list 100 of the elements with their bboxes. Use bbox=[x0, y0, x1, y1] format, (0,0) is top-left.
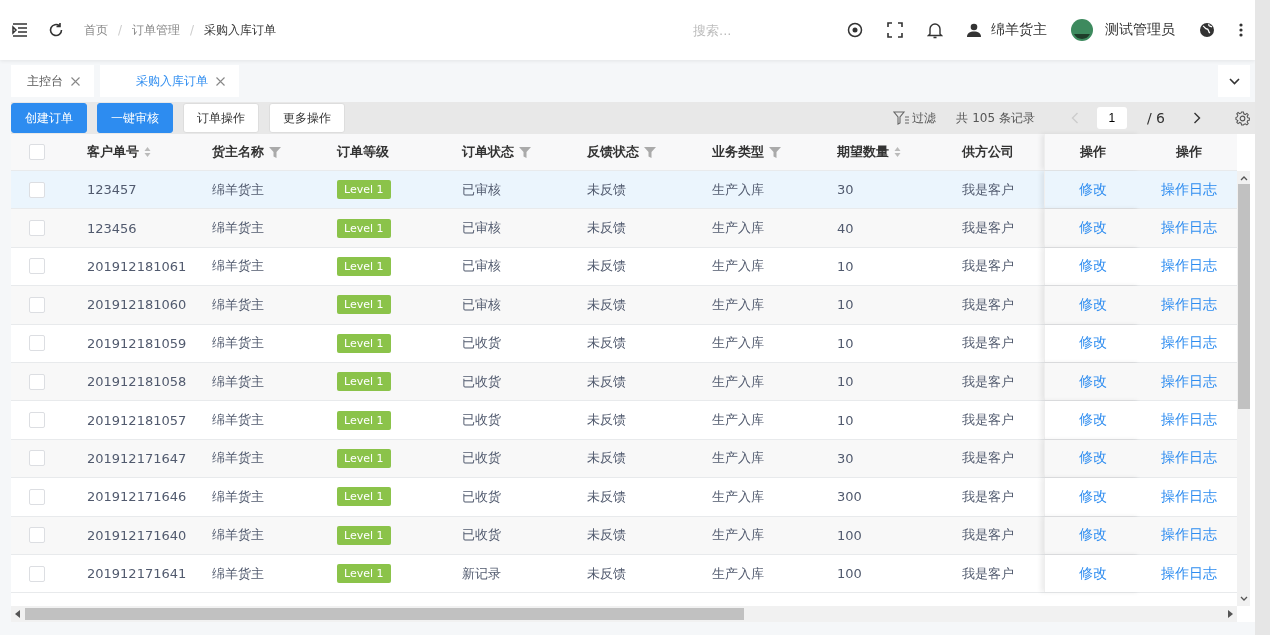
scrollbar-thumb[interactable] bbox=[1237, 184, 1250, 409]
filter-icon[interactable] bbox=[893, 111, 911, 125]
table-cell: 100 bbox=[837, 566, 862, 582]
table-cell: 已审核 bbox=[462, 295, 501, 314]
column-header: 操作 bbox=[1175, 143, 1202, 161]
action-button[interactable]: 一键审核 bbox=[97, 103, 173, 133]
table-row[interactable]: 201912171647 绵羊货主 Level 1 已收货 未反馈 生产入库 30 我是客户 修改 操作日志 bbox=[11, 439, 1237, 479]
table-row[interactable]: 201912181059 绵羊货主 Level 1 已收货 未反馈 生产入库 10 我是客户 修改 操作日志 bbox=[11, 324, 1237, 363]
log-link[interactable]: 操作日志 bbox=[1160, 219, 1217, 238]
edit-link[interactable]: 修改 bbox=[1078, 411, 1107, 430]
bell-icon[interactable] bbox=[927, 21, 943, 39]
log-link[interactable]: 操作日志 bbox=[1160, 372, 1217, 391]
select-all-checkbox[interactable] bbox=[28, 144, 45, 160]
table-cell: 未反馈 bbox=[587, 411, 626, 430]
user-name[interactable]: 绵羊货主 bbox=[991, 21, 1047, 39]
sort-icon[interactable] bbox=[894, 146, 901, 158]
more-icon[interactable] bbox=[1239, 23, 1243, 37]
table-cell: 绵羊货主 bbox=[212, 372, 264, 391]
table-row[interactable]: 201912181060 绵羊货主 Level 1 已审核 未反馈 生产入库 10 我是客户 修改 操作日志 bbox=[11, 286, 1237, 325]
table-row[interactable]: 201912171646 绵羊货主 Level 1 已收货 未反馈 生产入库 300 我是客户 修改 操作日志 bbox=[11, 478, 1237, 517]
table-row[interactable]: 201912171640 绵羊货主 Level 1 已收货 未反馈 生产入库 100 我是客户 修改 操作日志 bbox=[11, 516, 1237, 555]
filter-link[interactable]: 过滤 bbox=[912, 109, 937, 127]
table-cell: 我是客户 bbox=[962, 526, 1014, 545]
log-link[interactable]: 操作日志 bbox=[1160, 180, 1217, 199]
settings-icon[interactable] bbox=[1235, 110, 1250, 126]
close-icon[interactable] bbox=[216, 76, 225, 86]
table-cell: 201912181059 bbox=[87, 335, 187, 351]
breadcrumb-link[interactable]: 订单管理 bbox=[132, 21, 181, 39]
table-row[interactable]: 201912181057 绵羊货主 Level 1 已收货 未反馈 生产入库 10 我是客户 修改 操作日志 bbox=[11, 401, 1237, 440]
breadcrumb-link[interactable]: 采购入库订单 bbox=[204, 21, 277, 39]
previous-page-icon[interactable] bbox=[1070, 112, 1079, 124]
edit-link[interactable]: 修改 bbox=[1078, 180, 1107, 199]
edit-link[interactable]: 修改 bbox=[1078, 564, 1107, 583]
fullscreen-icon[interactable] bbox=[887, 22, 903, 38]
filter-icon[interactable] bbox=[644, 146, 656, 158]
row-checkbox[interactable] bbox=[28, 450, 45, 467]
page-number-field[interactable]: 1 bbox=[1096, 107, 1127, 129]
edit-link[interactable]: 修改 bbox=[1078, 219, 1107, 238]
horizontal-scrollbar[interactable] bbox=[11, 606, 1237, 622]
table-cell: 绵羊货主 bbox=[212, 526, 264, 545]
row-checkbox[interactable] bbox=[28, 412, 45, 429]
scroll-down-icon[interactable] bbox=[1239, 596, 1248, 602]
vertical-scrollbar[interactable] bbox=[1237, 171, 1250, 606]
table-row[interactable]: 201912181061 绵羊货主 Level 1 已审核 未反馈 生产入库 10 我是客户 修改 操作日志 bbox=[11, 247, 1237, 287]
admin-name[interactable]: 测试管理员 bbox=[1105, 21, 1175, 39]
row-checkbox[interactable] bbox=[28, 565, 45, 582]
row-checkbox[interactable] bbox=[28, 527, 45, 544]
close-icon[interactable] bbox=[71, 76, 80, 86]
log-link[interactable]: 操作日志 bbox=[1160, 449, 1217, 468]
row-checkbox[interactable] bbox=[28, 296, 45, 313]
scroll-right-icon[interactable] bbox=[1227, 610, 1233, 618]
log-link[interactable]: 操作日志 bbox=[1160, 334, 1217, 353]
edit-link[interactable]: 修改 bbox=[1078, 257, 1107, 276]
log-link[interactable]: 操作日志 bbox=[1160, 257, 1217, 276]
log-link[interactable]: 操作日志 bbox=[1160, 295, 1217, 314]
row-checkbox[interactable] bbox=[28, 335, 45, 352]
scroll-up-icon[interactable] bbox=[1239, 175, 1248, 181]
edit-link[interactable]: 修改 bbox=[1078, 295, 1107, 314]
breadcrumb-link[interactable]: 首页 bbox=[84, 21, 108, 39]
filter-icon[interactable] bbox=[519, 146, 531, 158]
action-button[interactable]: 更多操作 bbox=[269, 103, 345, 133]
table-row[interactable]: 123456 绵羊货主 Level 1 已审核 未反馈 生产入库 40 我是客户 修改 操作日志 bbox=[11, 209, 1237, 248]
tabs-dropdown-button[interactable] bbox=[1218, 65, 1250, 97]
table-cell: 生产入库 bbox=[712, 372, 764, 391]
action-button[interactable]: 订单操作 bbox=[183, 103, 259, 133]
action-button[interactable]: 创建订单 bbox=[11, 103, 87, 133]
row-checkbox[interactable] bbox=[28, 258, 45, 275]
menu-icon[interactable] bbox=[12, 23, 28, 37]
row-checkbox[interactable] bbox=[28, 488, 45, 505]
table-row[interactable]: 123457 绵羊货主 Level 1 已审核 未反馈 生产入库 30 我是客户 修改 操作日志 bbox=[11, 171, 1237, 210]
scroll-left-icon[interactable] bbox=[15, 610, 21, 618]
level-tag: Level 1 bbox=[337, 564, 391, 584]
refresh-icon[interactable] bbox=[48, 22, 64, 38]
page-tab[interactable]: 主控台 bbox=[11, 65, 94, 97]
filter-icon[interactable] bbox=[269, 146, 281, 158]
edit-link[interactable]: 修改 bbox=[1078, 526, 1107, 545]
edit-link[interactable]: 修改 bbox=[1078, 449, 1107, 468]
log-link[interactable]: 操作日志 bbox=[1160, 411, 1217, 430]
edit-link[interactable]: 修改 bbox=[1078, 487, 1107, 506]
log-link[interactable]: 操作日志 bbox=[1160, 564, 1217, 583]
log-link[interactable]: 操作日志 bbox=[1160, 526, 1217, 545]
row-checkbox[interactable] bbox=[28, 373, 45, 390]
table-cell: 300 bbox=[837, 489, 862, 505]
target-icon[interactable] bbox=[847, 22, 863, 38]
table-cell: 我是客户 bbox=[962, 564, 1014, 583]
scrollbar-thumb[interactable] bbox=[25, 608, 744, 620]
row-checkbox[interactable] bbox=[28, 181, 45, 198]
edit-link[interactable]: 修改 bbox=[1078, 334, 1107, 353]
table-row[interactable]: 201912171641 绵羊货主 Level 1 新记录 未反馈 生产入库 100 我是客户 修改 操作日志 bbox=[11, 554, 1237, 594]
avatar-icon[interactable] bbox=[1071, 19, 1093, 41]
page-tab[interactable]: 采购入库订单 bbox=[100, 65, 239, 97]
edit-link[interactable]: 修改 bbox=[1078, 372, 1107, 391]
table-row[interactable]: 201912181058 绵羊货主 Level 1 已收货 未反馈 生产入库 10 我是客户 修改 操作日志 bbox=[11, 362, 1237, 402]
sort-icon[interactable] bbox=[144, 146, 151, 158]
filter-icon[interactable] bbox=[769, 146, 781, 158]
next-page-icon[interactable] bbox=[1193, 112, 1201, 124]
globe-icon[interactable] bbox=[1199, 22, 1215, 38]
row-checkbox[interactable] bbox=[28, 220, 45, 237]
table-cell: 绵羊货主 bbox=[212, 219, 264, 238]
log-link[interactable]: 操作日志 bbox=[1160, 487, 1217, 506]
